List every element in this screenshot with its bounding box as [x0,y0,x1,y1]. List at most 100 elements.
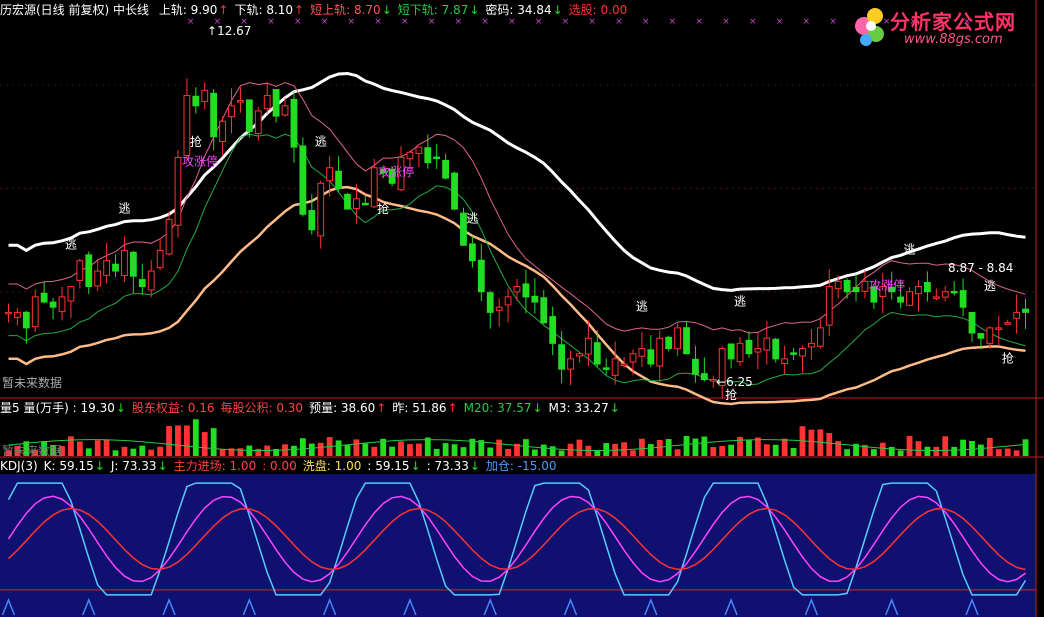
top-x-marker: × [588,17,596,27]
volume-bar [978,444,984,456]
kdj-param-2-arrow: ↓ [157,459,168,473]
volume-bar [237,448,244,456]
volume-panel-header: 量5 量(万手) : 19.30↓ 股东权益: 0.16 每股公积: 0.30 预量:… [0,401,626,415]
candle-body [308,209,316,231]
top-x-marker: × [455,17,463,27]
volume-bar [94,440,101,456]
volume-bar [888,446,895,456]
candle-body [245,99,253,133]
main-param-4: 密码: 34.84 [485,3,552,17]
candle-body [950,290,958,294]
kdj-param-6-arrow: ↓ [410,459,421,473]
volume-param-0-arrow: ↓ [115,401,126,415]
volume-bar [219,449,226,456]
volume-bar [808,429,815,456]
volume-bar [656,439,663,456]
volume-bar [85,448,92,456]
site-logo[interactable]: 分析家公式网 www.88gs.com [844,2,1040,52]
candle-body [736,342,744,363]
grab-signal-label: 抢 [190,134,202,149]
candle-body [406,151,414,160]
volume-param-6-arrow: ↓ [609,401,620,415]
candle-body [219,120,226,143]
top-x-marker: × [829,17,837,27]
candle-body [94,270,102,287]
volume-bar [407,444,413,456]
main-panel-header: 历宏源(日线 前复权) 中长线 上轨: 9.90↑ 下轨: 8.10↑ 短上轨: 8… [0,3,633,17]
volume-bar [754,437,761,456]
chart-canvas[interactable]: 逃逃逃逃逃 逃逃逃抢抢抢抢攻涨停攻涨停攻涨停× × × × × × × × × × × × × × × × × × ×… [0,0,1044,617]
kdj-param-7: : 73.33 [426,459,469,473]
limit-up-signal-label: 攻涨停 [378,164,414,179]
candle-body [138,279,146,288]
escape-signal-label: 逃 [984,279,996,293]
candle-body [727,343,735,360]
volume-bar [683,436,690,456]
candle-body [700,373,708,381]
volume-no-data-note: 暂未来数据 [2,444,63,458]
grab-signal-label: 抢 [1002,351,1014,366]
volume-bar [576,439,583,456]
volume-bar [192,419,199,456]
main-param-4-arrow: ↓ [552,3,563,17]
candle-body [924,281,931,293]
candle-body [344,193,351,210]
kdj-param-2: J: 73.33 [110,459,157,473]
candle-body [584,337,592,355]
volume-bar [870,449,877,456]
candle-body [772,338,780,360]
candle-body [121,249,128,277]
volume-bar [398,441,404,456]
candle-body [201,89,209,102]
candle-body [361,202,369,206]
candle-body [22,311,30,329]
candle-body [103,260,110,276]
candle-body [665,336,673,350]
candle-body [174,156,182,226]
candle-body [852,287,860,293]
volume-bar [496,439,503,456]
volume-bar [879,442,886,456]
candle-body [49,301,57,308]
volume-param-5-arrow: ↓ [532,401,543,415]
candle-body [638,348,646,357]
candle-body [129,251,137,277]
volume-bar [1022,439,1029,456]
volume-bar [647,444,654,456]
volume-bar [121,446,128,456]
volume-param-2: 每股公积: 0.30 [220,401,304,415]
candle-body [915,286,922,295]
candle-body [647,349,655,365]
candle-body [522,283,530,298]
candle-body [147,270,155,291]
candle-body [58,296,66,313]
volume-bar [76,441,83,456]
volume-bar [790,447,797,456]
volume-bar [255,448,262,456]
candle-body [576,353,583,357]
main-param-1: 下轨: 8.10 [234,3,294,17]
candle-body [941,291,949,298]
top-x-marker: × [669,17,677,27]
volume-bar [942,436,949,456]
candle-body [861,280,869,292]
candle-body [335,170,342,189]
candle-body [513,286,521,293]
volume-bar [433,448,440,456]
kdj-param-6: : 59.15 [367,459,410,473]
volume-param-3-arrow: ↑ [376,401,387,415]
top-x-marker: × [722,17,730,27]
volume-param-4-arrow: ↑ [447,401,458,415]
top-x-marker: × [187,17,195,27]
volume-bar [1004,448,1011,456]
volume-bar [915,441,922,456]
candle-body [558,344,566,370]
candle-body [1022,308,1029,313]
volume-bar [1013,450,1020,456]
candle-body [415,146,423,154]
volume-bar [897,450,904,456]
top-x-marker: × [267,17,275,27]
candle-body [629,353,637,363]
volume-bar [68,436,74,456]
volume-bar [665,439,672,456]
